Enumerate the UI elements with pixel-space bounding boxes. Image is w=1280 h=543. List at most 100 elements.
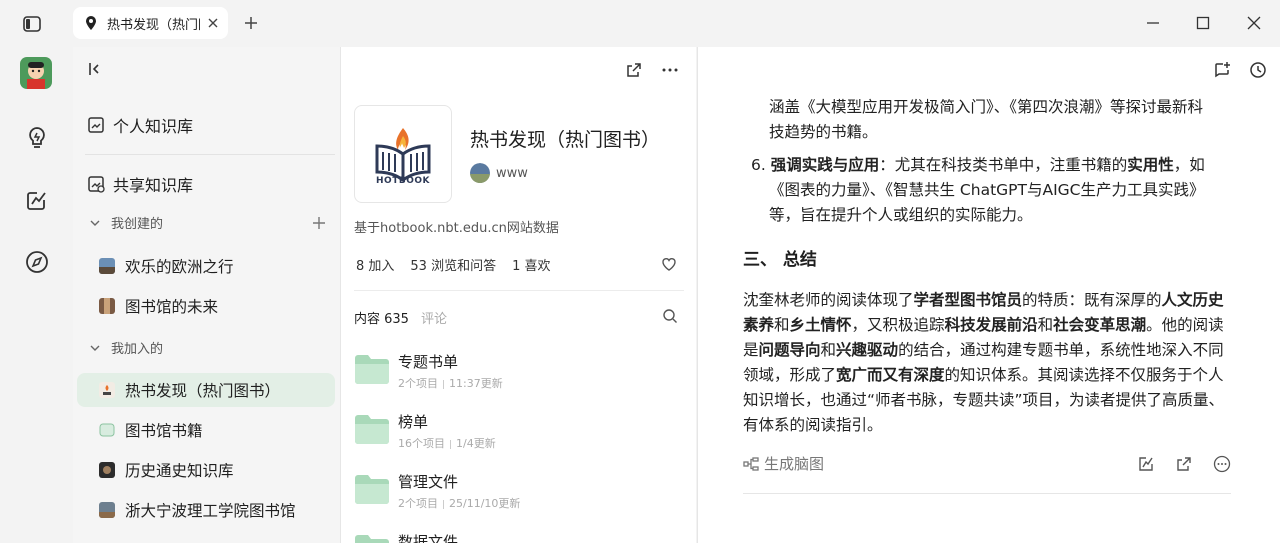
user-avatar[interactable] (20, 57, 52, 89)
collapse-sidebar-icon[interactable] (87, 60, 105, 78)
chat-answer-panel: 涵盖《大模型应用开发极简入门》、《第四次浪潮》等探讨最新科 技趋势的书籍。 6.… (697, 47, 1280, 543)
sidebar-item-hotbook[interactable]: 热书发现（热门图书） (77, 373, 335, 407)
tab-content[interactable]: 内容 635 (354, 308, 409, 327)
close-tab-icon[interactable] (206, 16, 220, 30)
share-icon[interactable] (1175, 455, 1193, 473)
new-note-icon[interactable] (1213, 61, 1231, 79)
bold-text: 乡土情怀 (789, 316, 852, 334)
kb-thumbnail (99, 258, 115, 274)
compass-icon[interactable] (24, 249, 50, 275)
bold-text: 宽广而又有深度 (836, 366, 945, 384)
tab-title: 热书发现（热门图书） (107, 17, 200, 33)
owner-name: www (496, 165, 528, 181)
sidebar-item-library-books[interactable]: 图书馆书籍 (77, 413, 335, 447)
sidebar-item-label: 图书馆的未来 (125, 298, 219, 316)
bold-text: 社会变革思潮 (1053, 316, 1147, 334)
bold-text: 素养 (743, 316, 775, 334)
folder-icon (355, 535, 389, 543)
icon-rail (0, 47, 73, 543)
kb-thumbnail (99, 382, 115, 398)
text-span: 的知识体系。其阅读选择不仅服务于个人 (944, 366, 1224, 384)
sidebar-item-history[interactable]: 历史通史知识库 (77, 453, 335, 487)
folder-item[interactable]: 榜单 16个项目 1/4更新 (354, 412, 496, 451)
sidebar-toggle-icon[interactable] (22, 14, 42, 34)
summary-line: 素养和乡土情怀，又积极追踪科技发展前沿和社会变革思潮。他的阅读 (743, 313, 1224, 338)
sidebar-item-nbt-library[interactable]: 浙大宁波理工学院图书馆 (77, 493, 335, 527)
more-icon[interactable] (661, 61, 679, 79)
tab-comments[interactable]: 评论 (421, 308, 447, 327)
bold-text: 问题导向 (758, 341, 821, 359)
folder-name: 数据文件 (398, 533, 459, 543)
sidebar-item-label: 历史通史知识库 (125, 462, 234, 480)
kb-owner[interactable]: www (470, 163, 528, 183)
sidebar-item-library-future[interactable]: 图书馆的未来 (77, 289, 335, 323)
maximize-icon[interactable] (1195, 15, 1211, 31)
folder-item[interactable]: 数据文件 (354, 532, 458, 543)
text-span: 和 (774, 316, 790, 334)
answer-actions: 生成脑图 (743, 453, 1231, 474)
sidebar-item-label: 图书馆书籍 (125, 422, 203, 440)
text-line: 涵盖《大模型应用开发极简入门》、《第四次浪潮》等探讨最新科 (769, 98, 1204, 116)
more-icon[interactable] (1213, 455, 1231, 473)
kb-description: 基于hotbook.nbt.edu.cn网站数据 (354, 221, 559, 236)
group-joined-label: 我加入的 (111, 342, 164, 357)
kb-cover: HOTBOOK (354, 105, 452, 203)
folder-meta: 2个项目 11:37更新 (398, 375, 503, 391)
close-window-icon[interactable] (1246, 15, 1262, 31)
summary-line: 有体系的阅读指引。 (743, 413, 883, 438)
text-span: 。他的阅读 (1146, 316, 1224, 334)
sidebar-divider (85, 154, 335, 155)
group-joined[interactable]: 我加入的 (89, 338, 327, 357)
bold-text: 科技发展前沿 (944, 316, 1038, 334)
answer-text: 《图表的力量》、《智慧共生 ChatGPT与AIGC生产力工具实践》 (769, 178, 1205, 203)
sidebar-item-label: 浙大宁波理工学院图书馆 (125, 502, 296, 520)
list-number: 6. (751, 156, 766, 174)
new-tab-icon[interactable] (243, 15, 259, 31)
stat-views: 53 浏览和问答 (410, 259, 497, 274)
answer-action-icons (1117, 455, 1231, 473)
tab-hotbook[interactable]: 热书发现（热门图书） (73, 7, 228, 39)
folder-icon (355, 475, 389, 504)
minimize-icon[interactable] (1145, 15, 1161, 31)
bold-text: 实用性 (1127, 156, 1174, 174)
stat-joined: 8 加入 (356, 259, 395, 274)
share-icon[interactable] (625, 61, 643, 79)
shared-kb[interactable]: 共享知识库 (87, 172, 193, 196)
title-bar: 热书发现（热门图书） (0, 0, 1280, 47)
history-clock-icon[interactable] (1249, 61, 1267, 79)
folder-name: 管理文件 (398, 473, 459, 491)
mindmap-icon (743, 456, 759, 471)
generate-mindmap-label: 生成脑图 (764, 455, 825, 473)
kb-detail-panel: HOTBOOK 热书发现（热门图书） www 基于hotbook.nbt.edu… (340, 47, 696, 543)
edit-icon[interactable] (1137, 455, 1155, 473)
kb-stats: 8 加入 53 浏览和问答 1 喜欢 (356, 255, 567, 274)
group-created-label: 我创建的 (111, 217, 164, 232)
sidebar-item-europe-trip[interactable]: 欢乐的欧洲之行 (77, 249, 335, 283)
group-created[interactable]: 我创建的 (89, 213, 327, 232)
folder-item[interactable]: 专题书单 2个项目 11:37更新 (354, 352, 503, 391)
list-item-6: 6. 强调实践与应用：尤其在科技类书单中，注重书籍的实用性，如 (751, 153, 1205, 178)
kb-thumbnail (99, 298, 115, 314)
text-span: 的结合，通过构建专题书单，系统性地深入不同 (898, 341, 1224, 359)
panel-divider (354, 290, 684, 291)
add-kb-icon[interactable] (311, 215, 327, 231)
edit-square-icon[interactable] (24, 187, 50, 213)
personal-kb[interactable]: 个人知识库 (87, 113, 193, 137)
like-heart-icon[interactable] (660, 255, 678, 273)
folder-item[interactable]: 管理文件 2个项目 25/11/10更新 (354, 472, 520, 511)
text-span: 沈奎林老师的阅读体现了 (743, 291, 914, 309)
search-icon[interactable] (662, 308, 678, 324)
shared-library-icon (88, 176, 105, 193)
kb-thumbnail (99, 502, 115, 518)
folder-name: 榜单 (398, 413, 429, 431)
shared-kb-label: 共享知识库 (113, 176, 194, 195)
generate-mindmap-button[interactable]: 生成脑图 (743, 453, 824, 474)
folder-count: 2个项目 (398, 497, 438, 510)
text-span: ，如 (1173, 156, 1205, 174)
answer-text: 技趋势的书籍。 (769, 120, 878, 145)
text-line: 《图表的力量》、《智慧共生 ChatGPT与AIGC生产力工具实践》 (769, 181, 1205, 199)
folder-updated: 1/4更新 (456, 437, 496, 450)
folder-updated: 11:37更新 (449, 377, 503, 390)
answer-divider (743, 493, 1231, 494)
lightbulb-icon[interactable] (24, 125, 50, 151)
